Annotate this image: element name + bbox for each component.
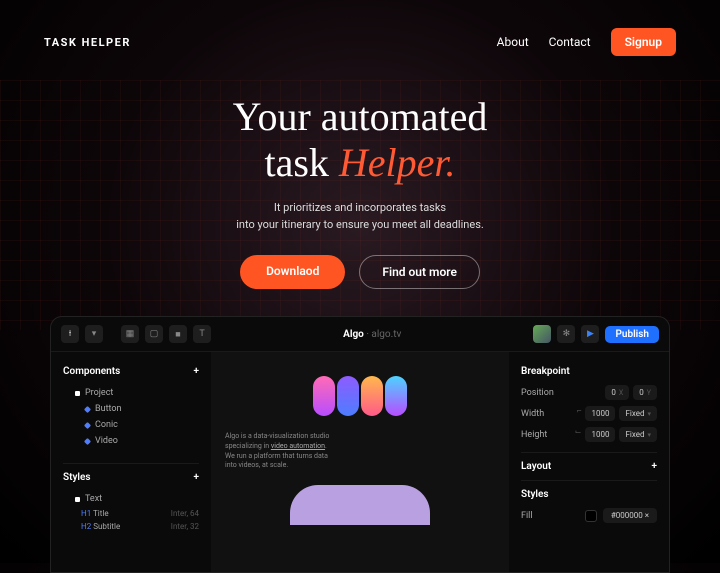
hero-title: Your automated task Helper. [0, 94, 720, 186]
app-title: Algo · algo.tv [343, 329, 401, 340]
add-component-icon[interactable]: + [194, 366, 200, 377]
height-label: Height [521, 430, 547, 440]
fill-swatch[interactable] [585, 510, 597, 522]
style-subtitle[interactable]: H2 SubtitleInter, 32 [63, 520, 199, 533]
tree-text[interactable]: Text [63, 491, 199, 507]
rect-icon[interactable]: ■ [169, 325, 187, 343]
pos-x-input[interactable]: 0X [605, 385, 629, 400]
height-fixed[interactable]: Fixed ▾ [619, 427, 657, 442]
gear-icon[interactable]: ✻ [557, 325, 575, 343]
hero-subtitle: It prioritizes and incorporates tasks in… [0, 200, 720, 233]
width-label: Width [521, 409, 544, 419]
pos-y-input[interactable]: 0Y [633, 385, 657, 400]
canvas-description: Algo is a data-visualization studio spec… [225, 432, 329, 471]
find-out-more-button[interactable]: Find out more [359, 255, 480, 289]
avatar[interactable] [533, 325, 551, 343]
tree-project[interactable]: Project [63, 385, 199, 401]
add-style-icon[interactable]: + [194, 472, 200, 483]
styles-header: Styles [63, 472, 91, 483]
tree-conic[interactable]: Conic [63, 417, 199, 433]
chevron-down-icon[interactable]: ▾ [85, 325, 103, 343]
height-input[interactable]: 1000 [585, 427, 615, 442]
signup-button[interactable]: Signup [611, 28, 676, 56]
components-header: Components [63, 366, 120, 377]
add-icon[interactable]: ▦ [121, 325, 139, 343]
lock-icon[interactable]: ⌙ [575, 427, 582, 442]
frame-icon[interactable]: ▢ [145, 325, 163, 343]
download-button[interactable]: Downlaod [240, 255, 345, 289]
brand-logo: TASK HELPER [44, 36, 131, 49]
app-preview: ⟊ ▾ ▦ ▢ ■ T Algo · algo.tv ✻ ▶ Publish C… [50, 316, 670, 573]
fill-value-input[interactable]: #000000 × [603, 508, 657, 523]
nav-contact[interactable]: Contact [549, 35, 591, 49]
fill-label: Fill [521, 511, 533, 521]
lock-icon[interactable]: ⌐ [577, 406, 582, 421]
width-fixed[interactable]: Fixed ▾ [619, 406, 657, 421]
breakpoint-header: Breakpoint [521, 366, 570, 377]
framer-icon[interactable]: ⟊ [61, 325, 79, 343]
nav-about[interactable]: About [497, 35, 529, 49]
tree-video[interactable]: Video [63, 433, 199, 449]
width-input[interactable]: 1000 [585, 406, 615, 421]
layout-header: Layout [521, 461, 551, 472]
algo-logo-art [313, 376, 407, 416]
add-layout-icon[interactable]: + [652, 461, 658, 472]
publish-button[interactable]: Publish [605, 326, 659, 343]
text-icon[interactable]: T [193, 325, 211, 343]
style-title[interactable]: H1 TitleInter, 64 [63, 507, 199, 520]
tree-button[interactable]: Button [63, 401, 199, 417]
canvas-shape[interactable] [290, 485, 430, 525]
position-label: Position [521, 388, 554, 398]
play-icon[interactable]: ▶ [581, 325, 599, 343]
styles-right-header: Styles [521, 489, 549, 500]
